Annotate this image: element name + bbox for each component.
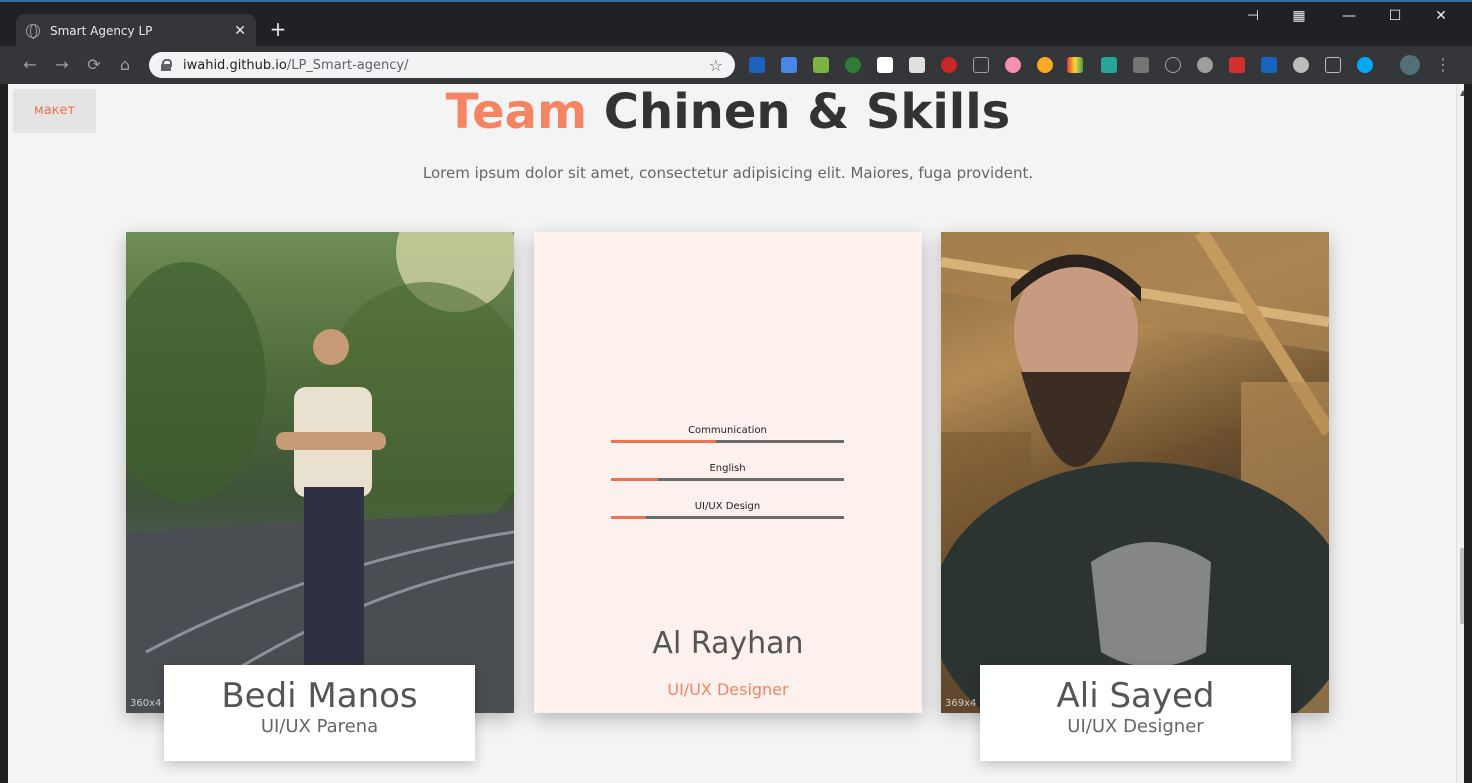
extension-icon[interactable] bbox=[973, 57, 989, 73]
bookmark-star-icon[interactable]: ☆ bbox=[709, 56, 723, 75]
member-name: Ali Sayed bbox=[1056, 676, 1215, 716]
extension-icon[interactable] bbox=[1037, 57, 1053, 73]
url-path: /LP_Smart-agency/ bbox=[286, 57, 409, 73]
tab-title: Smart Agency LP bbox=[50, 24, 153, 38]
pin-icon[interactable]: ⊣ bbox=[1230, 8, 1276, 28]
team-card-2[interactable]: Communication English UI/UX Design Al Ra… bbox=[534, 232, 922, 713]
extension-icon[interactable] bbox=[845, 57, 861, 73]
skill-bar bbox=[611, 478, 844, 481]
page-scrollbar[interactable]: ▲ bbox=[1456, 84, 1464, 783]
globe-icon bbox=[26, 24, 40, 39]
team-card-3[interactable]: 369x4 bbox=[941, 232, 1329, 713]
extension-icon[interactable] bbox=[1005, 57, 1021, 73]
skill-bar bbox=[611, 516, 844, 519]
maximize-button[interactable]: ☐ bbox=[1372, 8, 1418, 28]
close-icon[interactable]: ✕ bbox=[234, 23, 246, 39]
avatar[interactable] bbox=[1400, 55, 1420, 75]
skill-label: English bbox=[709, 463, 746, 474]
skill-bar-fill bbox=[611, 516, 646, 519]
back-button[interactable]: ← bbox=[19, 54, 41, 76]
team-photo-1: 360x4 bbox=[126, 232, 514, 713]
image-dimension-label: 369x4 bbox=[945, 698, 977, 709]
heading-rest: Chinen & Skills bbox=[603, 84, 1011, 140]
skill-bar-fill bbox=[611, 478, 658, 481]
extension-icon[interactable] bbox=[941, 57, 957, 73]
history-icon[interactable] bbox=[1165, 57, 1181, 73]
skill-label: UI/UX Design bbox=[694, 501, 761, 512]
image-dimension-label: 360x4 bbox=[130, 698, 162, 709]
extension-icon[interactable]: ▦ bbox=[1276, 8, 1322, 28]
skill-bar-fill bbox=[611, 440, 716, 443]
skill-communication: Communication bbox=[611, 425, 844, 443]
extension-icon[interactable] bbox=[813, 57, 829, 73]
member-name: Bedi Manos bbox=[221, 676, 418, 716]
browser-titlebar: Smart Agency LP ✕ + ⊣ ▦ — ☐ ✕ bbox=[0, 0, 1472, 48]
page-viewport: макет Team Chinen & Skills Lorem ipsum d… bbox=[8, 84, 1464, 783]
extension-icon[interactable] bbox=[877, 57, 893, 73]
team-photo-3: 369x4 bbox=[941, 232, 1329, 713]
heading-accent: Team bbox=[445, 84, 588, 140]
extension-icon[interactable] bbox=[1197, 57, 1213, 73]
address-bar[interactable]: iwahid.github.io/LP_Smart-agency/ ☆ bbox=[149, 52, 735, 78]
extension-icon[interactable] bbox=[1325, 57, 1341, 73]
gear-icon[interactable] bbox=[1293, 57, 1309, 73]
extension-icon[interactable] bbox=[749, 57, 765, 73]
member-name: Al Rayhan bbox=[652, 626, 804, 661]
url-host: iwahid.github.io bbox=[183, 57, 287, 73]
home-button[interactable]: ⌂ bbox=[114, 54, 136, 76]
scroll-up-arrow-icon[interactable]: ▲ bbox=[1460, 88, 1464, 97]
extension-icon[interactable] bbox=[781, 57, 797, 73]
extension-icon[interactable] bbox=[909, 57, 925, 73]
lock-icon bbox=[161, 59, 172, 71]
member-role: UI/UX Designer bbox=[1067, 716, 1204, 737]
scrollbar-thumb[interactable] bbox=[1460, 548, 1464, 624]
team-card-1[interactable]: 360x4 bbox=[126, 232, 514, 713]
extension-icon[interactable] bbox=[1067, 57, 1083, 73]
minimize-button[interactable]: — bbox=[1326, 8, 1372, 28]
skill-bar bbox=[611, 440, 844, 443]
extension-icon[interactable] bbox=[1133, 57, 1149, 73]
extension-icon[interactable] bbox=[1229, 57, 1245, 73]
skill-uiux-design: UI/UX Design bbox=[611, 501, 844, 519]
section-subtitle: Lorem ipsum dolor sit amet, consectetur … bbox=[422, 164, 1034, 182]
member-namebox-1: Bedi Manos UI/UX Parena bbox=[164, 665, 475, 761]
extension-icon[interactable] bbox=[1357, 57, 1373, 73]
extension-icon[interactable] bbox=[1261, 57, 1277, 73]
close-window-button[interactable]: ✕ bbox=[1418, 8, 1464, 28]
forward-button[interactable]: → bbox=[51, 54, 73, 76]
skill-english: English bbox=[611, 463, 844, 481]
extension-icon[interactable] bbox=[1101, 57, 1117, 73]
browser-tab[interactable]: Smart Agency LP ✕ bbox=[16, 14, 256, 48]
menu-icon[interactable]: ⋮ bbox=[1432, 54, 1454, 76]
member-namebox-3: Ali Sayed UI/UX Designer bbox=[980, 665, 1291, 761]
reload-button[interactable]: ⟳ bbox=[83, 54, 105, 76]
member-role: UI/UX Parena bbox=[260, 716, 379, 737]
member-role: UI/UX Designer bbox=[667, 680, 789, 699]
skill-label: Communication bbox=[688, 425, 767, 436]
new-tab-button[interactable]: + bbox=[266, 18, 290, 42]
section-heading: Team Chinen & Skills bbox=[8, 84, 1448, 140]
